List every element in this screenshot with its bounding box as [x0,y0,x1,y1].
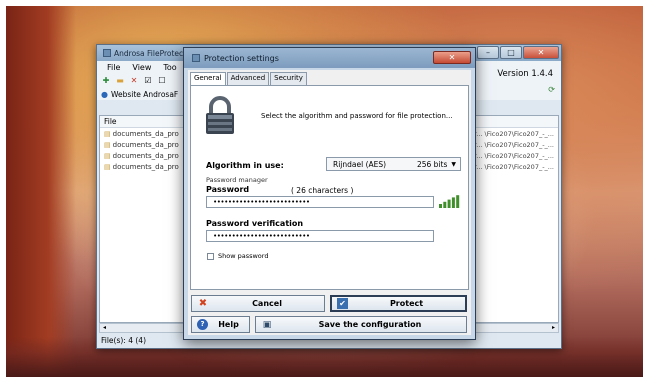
strength-bar [447,199,451,208]
main-window-title: Androsa FileProtector [114,48,194,58]
algorithm-bits: 256 bits [416,159,448,169]
menu-view[interactable]: View [132,63,151,72]
refresh-icon[interactable]: ⟳ [548,85,555,94]
wallpaper-rock-left [6,6,76,377]
dropdown-arrow-icon: ▼ [451,160,456,168]
help-icon: ? [197,319,208,330]
scroll-right-icon[interactable]: ▸ [552,324,555,332]
file-name: documents_da_pro [112,140,179,149]
scroll-left-icon[interactable]: ◂ [103,324,106,332]
help-button[interactable]: ? Help [191,316,250,333]
cancel-label: Cancel [252,299,282,308]
strength-bar [439,204,442,208]
dialog-close-button[interactable]: ✕ [433,51,471,64]
show-password-label: Show password [218,252,269,260]
dialog-app-icon [192,54,200,62]
dialog-body: General Advanced Security Select the alg… [188,70,471,335]
show-password-toggle[interactable]: Show password [207,252,268,260]
file-name: documents_da_pro [112,162,179,171]
save-icon: ▣ [262,319,272,330]
password-verification-field[interactable]: •••••••••••••••••••••••••• [206,230,434,242]
globe-icon: ● [101,89,108,99]
document-icon: ▤ [104,129,111,138]
password-strength-icon [439,195,460,208]
password-field[interactable]: •••••••••••••••••••••••••• [206,196,434,208]
padlock-icon [206,96,234,134]
document-icon: ▤ [104,151,111,160]
save-configuration-button[interactable]: ▣ Save the configuration [255,316,467,333]
show-password-checkbox[interactable] [207,252,214,260]
cancel-button[interactable]: ✖ Cancel [191,295,325,312]
dialog-title: Protection settings [204,53,279,63]
open-folder-icon[interactable]: ▬ [115,76,125,86]
protect-button[interactable]: ✔ Protect [330,295,467,312]
document-icon: ▤ [104,162,111,171]
algorithm-label: Algorithm in use: [206,161,284,170]
save-label: Save the configuration [318,320,422,329]
strength-bar [451,197,455,208]
file-name: documents_da_pro [112,151,179,160]
tab-strip: General Advanced Security [188,70,471,85]
help-label: Help [218,320,239,329]
dialog-titlebar[interactable]: Protection settings ✕ [184,48,475,68]
menu-tools[interactable]: Too [163,63,176,72]
tab-advanced[interactable]: Advanced [226,72,270,85]
remove-icon[interactable]: ✕ [129,76,139,86]
strength-bar [443,201,447,208]
password-verification-label: Password verification [206,219,304,228]
version-label: Version 1.4.4 [497,69,553,79]
tab-security[interactable]: Security [270,72,307,85]
app-icon [103,49,111,57]
clear-icon[interactable]: ☐ [157,76,167,86]
select-all-icon[interactable]: ☑ [143,76,153,86]
strength-bar [456,195,460,208]
file-name: documents_da_pro [112,129,179,138]
cancel-icon: ✖ [198,298,208,309]
password-character-count: ( 26 characters ) [291,186,354,195]
password-manager-label: Password manager [206,176,268,184]
close-button[interactable]: ✕ [523,46,559,59]
general-panel: Select the algorithm and password for fi… [190,85,469,290]
add-files-icon[interactable]: ✚ [101,76,111,86]
tab-general[interactable]: General [190,72,226,85]
protect-label: Protect [389,299,424,308]
window-controls: – □ ✕ [476,46,559,59]
website-link[interactable]: Website AndrosaF [111,90,178,99]
instruction-text: Select the algorithm and password for fi… [261,112,453,120]
algorithm-name: Rijndael (AES) [333,159,387,169]
document-icon: ▤ [104,140,111,149]
maximize-button[interactable]: □ [500,46,522,59]
algorithm-select[interactable]: Rijndael (AES) 256 bits ▼ [326,157,461,171]
password-label: Password [206,185,250,194]
minimize-button[interactable]: – [477,46,499,59]
protection-settings-dialog: Protection settings ✕ General Advanced S… [183,47,476,340]
checkmark-icon: ✔ [337,298,348,309]
menu-file[interactable]: File [107,63,120,72]
